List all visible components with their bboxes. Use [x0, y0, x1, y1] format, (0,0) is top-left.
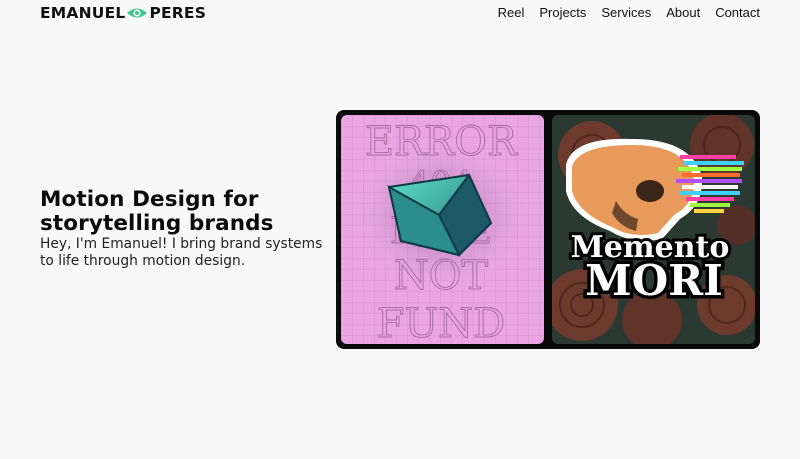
- art-line-4: NOT: [394, 253, 489, 299]
- nav-services[interactable]: Services: [601, 5, 651, 20]
- nav-reel[interactable]: Reel: [498, 5, 525, 20]
- artwork-error-404[interactable]: ERROR 404 PAGE NOT FUND: [341, 115, 544, 344]
- main-nav: Reel Projects Services About Contact: [498, 5, 760, 20]
- brand-last-name: PERES: [149, 4, 207, 22]
- art-title-bottom: MORI: [585, 256, 723, 305]
- hero-subtitle: Hey, I'm Emanuel! I bring brand systems …: [40, 236, 323, 269]
- art-line-5: FUND: [377, 301, 506, 344]
- brand-logo[interactable]: EMANUEL PERES: [40, 4, 206, 22]
- nav-contact[interactable]: Contact: [715, 5, 760, 20]
- hero-title: Motion Design for storytelling brands: [40, 188, 330, 236]
- nav-projects[interactable]: Projects: [539, 5, 586, 20]
- nav-about[interactable]: About: [666, 5, 700, 20]
- artwork-memento-mori[interactable]: Memento MORI: [552, 115, 755, 344]
- brand-first-name: EMANUEL: [40, 4, 126, 22]
- art-line-1: ERROR: [365, 119, 519, 165]
- hero-title-line1: Motion Design for: [40, 187, 259, 212]
- hero-title-line2: storytelling brands: [40, 211, 274, 236]
- eye-icon: [126, 6, 148, 20]
- artwork-showcase[interactable]: ERROR 404 PAGE NOT FUND: [336, 110, 760, 349]
